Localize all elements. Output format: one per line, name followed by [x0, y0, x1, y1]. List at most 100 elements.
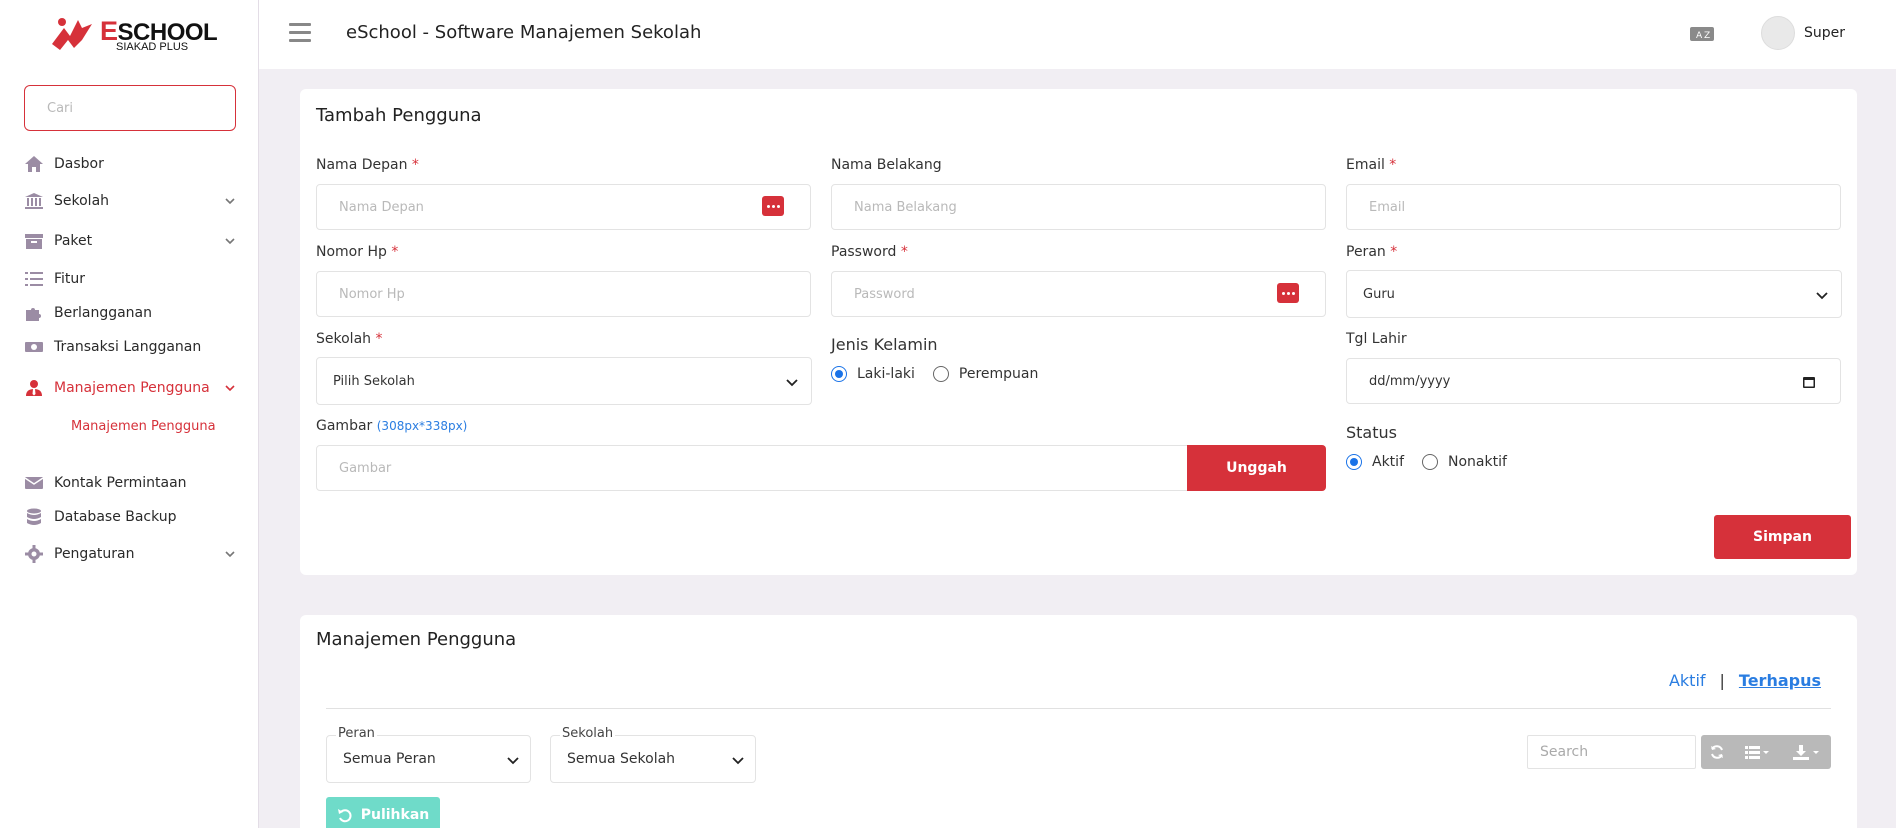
avatar[interactable]: [1761, 16, 1795, 50]
autofill-icon[interactable]: [762, 196, 784, 216]
email-field[interactable]: [1346, 184, 1841, 230]
user-name[interactable]: Super: [1804, 25, 1845, 41]
radio-button[interactable]: [1346, 454, 1362, 470]
sidebar-item-paket[interactable]: Paket: [24, 229, 236, 253]
sidebar-subitem-manajemen-pengguna[interactable]: Manajemen Pengguna: [71, 419, 216, 434]
chevron-down-icon: [225, 551, 235, 558]
divider: [326, 708, 1831, 709]
save-button[interactable]: Simpan: [1714, 515, 1851, 559]
sidebar-item-sekolah[interactable]: Sekolah: [24, 189, 236, 213]
gear-icon: [24, 544, 44, 564]
birth-date-label: Tgl Lahir: [1346, 331, 1407, 347]
gender-label: Jenis Kelamin: [831, 335, 938, 354]
status-option-inactive[interactable]: Nonaktif: [1422, 454, 1507, 470]
sidebar: ESCHOOL SIAKAD PLUS Dasbor Sekolah Paket…: [0, 0, 259, 828]
tab-deleted[interactable]: Terhapus: [1739, 671, 1821, 690]
sidebar-item-label: Fitur: [54, 271, 86, 287]
sidebar-item-fitur[interactable]: Fitur: [24, 267, 236, 291]
phone-input[interactable]: [316, 271, 811, 317]
birth-date-input[interactable]: dd/mm/yyyy: [1346, 358, 1841, 404]
password-label: Password *: [831, 244, 908, 260]
image-input[interactable]: [316, 445, 1188, 491]
sidebar-item-label: Paket: [54, 233, 93, 249]
radio-button[interactable]: [831, 366, 847, 382]
sidebar-item-berlangganan[interactable]: Berlangganan: [24, 301, 236, 325]
refresh-icon[interactable]: [1701, 735, 1733, 769]
sidebar-item-database-backup[interactable]: Database Backup: [24, 505, 236, 529]
language-switch-icon[interactable]: AZ: [1689, 24, 1715, 44]
status-label: Status: [1346, 423, 1397, 442]
sidebar-item-label: Transaksi Langganan: [54, 339, 202, 355]
phone-label: Nomor Hp *: [316, 244, 399, 260]
sidebar-item-dasbor[interactable]: Dasbor: [24, 152, 236, 176]
role-filter-select[interactable]: Semua Peran: [326, 735, 531, 783]
autofill-icon[interactable]: [1277, 283, 1299, 303]
gender-option-male[interactable]: Laki-laki: [831, 366, 915, 382]
radio-button[interactable]: [1422, 454, 1438, 470]
tab-active[interactable]: Aktif: [1669, 671, 1706, 690]
sidebar-item-label: Berlangganan: [54, 305, 152, 321]
chevron-down-icon: [225, 385, 235, 392]
card-title: Tambah Pengguna: [316, 105, 482, 126]
top-header: eSchool - Software Manajemen Sekolah AZ …: [259, 0, 1896, 69]
eschool-logo[interactable]: ESCHOOL SIAKAD PLUS: [48, 14, 218, 54]
school-filter-value: Semua Sekolah: [567, 751, 676, 767]
first-name-input[interactable]: [316, 184, 811, 230]
role-filter-value: Semua Peran: [343, 751, 436, 767]
sidebar-item-label: Manajemen Pengguna: [54, 380, 210, 396]
radio-button[interactable]: [932, 366, 949, 382]
last-name-input[interactable]: [831, 184, 1326, 230]
menu-toggle-icon[interactable]: [289, 23, 311, 45]
chevron-down-icon: [225, 238, 235, 245]
home-icon: [24, 154, 44, 174]
sidebar-item-manajemen-pengguna[interactable]: Manajemen Pengguna: [24, 372, 236, 404]
svg-text:A: A: [1696, 31, 1703, 41]
sidebar-item-kontak-permintaan[interactable]: Kontak Permintaan: [24, 471, 236, 495]
school-filter-select[interactable]: Semua Sekolah: [550, 735, 756, 783]
columns-toggle-icon[interactable]: [1733, 735, 1781, 769]
gender-radio-group: Laki-laki Perempuan: [831, 366, 1056, 382]
chevron-down-icon: [225, 198, 235, 205]
logo-mark-icon: [52, 18, 92, 50]
upload-button[interactable]: Unggah: [1187, 445, 1326, 491]
sidebar-item-pengaturan[interactable]: Pengaturan: [24, 542, 236, 566]
logo-subtitle: SIAKAD PLUS: [116, 41, 189, 53]
password-input[interactable]: [831, 271, 1326, 317]
envelope-icon: [24, 473, 44, 493]
first-name-label: Nama Depan *: [316, 157, 419, 173]
image-label: Gambar (308px*338px): [316, 418, 468, 434]
school-label: Sekolah *: [316, 331, 383, 347]
undo-icon: [337, 809, 352, 823]
export-icon[interactable]: [1781, 735, 1831, 769]
chevron-down-icon: [732, 757, 744, 765]
role-select-value: Guru: [1363, 286, 1395, 302]
calendar-icon[interactable]: [1802, 375, 1816, 389]
add-user-card: Tambah Pengguna Nama Depan * Nama Belaka…: [300, 89, 1857, 575]
card-title: Manajemen Pengguna: [316, 629, 517, 650]
sidebar-item-label: Database Backup: [54, 509, 177, 525]
sidebar-item-label: Pengaturan: [54, 546, 135, 562]
email-label: Email *: [1346, 157, 1397, 173]
last-name-label: Nama Belakang: [831, 157, 942, 173]
sidebar-search-input[interactable]: [24, 85, 236, 131]
table-search-input[interactable]: [1527, 735, 1696, 769]
role-select[interactable]: Guru: [1346, 270, 1842, 318]
school-select[interactable]: Pilih Sekolah: [316, 357, 812, 405]
puzzle-icon: [24, 303, 44, 323]
tab-separator: |: [1719, 671, 1725, 690]
archive-box-icon: [24, 231, 44, 251]
restore-button[interactable]: Pulihkan: [326, 797, 440, 828]
gender-option-female[interactable]: Perempuan: [932, 366, 1038, 382]
sidebar-item-label: Dasbor: [54, 156, 104, 172]
user-list-card: Manajemen Pengguna Aktif | Terhapus Semu…: [300, 615, 1857, 828]
birth-date-value: dd/mm/yyyy: [1369, 373, 1451, 389]
money-icon: [24, 337, 44, 357]
role-label: Peran *: [1346, 244, 1398, 260]
list-icon: [24, 269, 44, 289]
svg-text:Z: Z: [1704, 31, 1710, 41]
sidebar-item-transaksi-langganan[interactable]: Transaksi Langganan: [24, 335, 236, 359]
school-building-icon: [24, 191, 44, 211]
status-option-active[interactable]: Aktif: [1346, 454, 1404, 470]
status-radio-group: Aktif Nonaktif: [1346, 454, 1525, 470]
role-filter-label: Peran: [336, 726, 377, 741]
